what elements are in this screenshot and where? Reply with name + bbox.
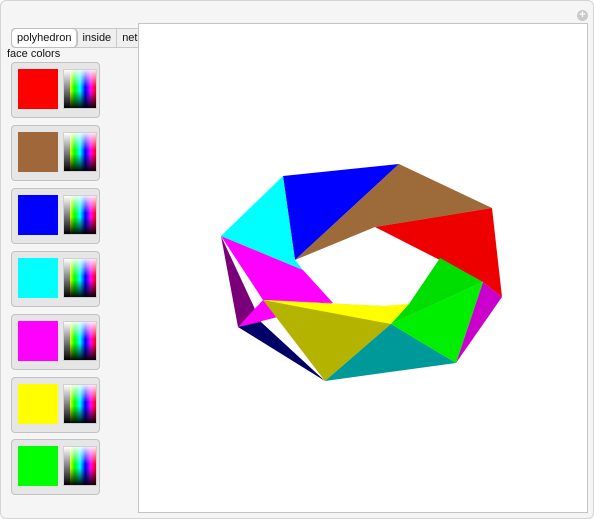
face-colors-label: face colors bbox=[7, 48, 61, 60]
color-picker-icon[interactable] bbox=[63, 258, 97, 298]
tab-polyhedron[interactable]: polyhedron bbox=[12, 29, 78, 47]
tab-inside[interactable]: inside bbox=[77, 29, 118, 47]
color-picker-icon[interactable] bbox=[63, 195, 97, 235]
face-color-control-3 bbox=[11, 188, 100, 244]
tab-label: polyhedron bbox=[17, 32, 72, 44]
polyhedron-viewport[interactable] bbox=[138, 23, 588, 513]
color-picker-icon[interactable] bbox=[63, 321, 97, 361]
color-swatch-red[interactable] bbox=[18, 69, 58, 109]
color-swatch-blue[interactable] bbox=[18, 195, 58, 235]
face-color-control-2 bbox=[11, 125, 100, 181]
color-swatch-cyan[interactable] bbox=[18, 258, 58, 298]
face-color-control-4 bbox=[11, 251, 100, 307]
view-tabs: polyhedron inside net bbox=[11, 28, 144, 48]
color-swatch-green[interactable] bbox=[18, 446, 58, 486]
color-swatch-brown[interactable] bbox=[18, 132, 58, 172]
face-color-control-5 bbox=[11, 314, 100, 370]
color-picker-icon[interactable] bbox=[63, 69, 97, 109]
demo-panel: + polyhedron inside net face colors bbox=[0, 0, 594, 519]
toroidal-polyhedron[interactable] bbox=[139, 24, 589, 514]
tab-label: inside bbox=[82, 32, 112, 44]
face-color-control-6 bbox=[11, 377, 100, 433]
color-picker-icon[interactable] bbox=[63, 132, 97, 172]
tab-label: net bbox=[122, 32, 138, 44]
plus-icon[interactable]: + bbox=[577, 10, 588, 21]
color-swatch-magenta[interactable] bbox=[18, 321, 58, 361]
face-color-control-1 bbox=[11, 62, 100, 118]
color-swatch-yellow[interactable] bbox=[18, 384, 58, 424]
color-picker-icon[interactable] bbox=[63, 384, 97, 424]
face-color-control-7 bbox=[11, 439, 100, 495]
color-picker-icon[interactable] bbox=[63, 446, 97, 486]
